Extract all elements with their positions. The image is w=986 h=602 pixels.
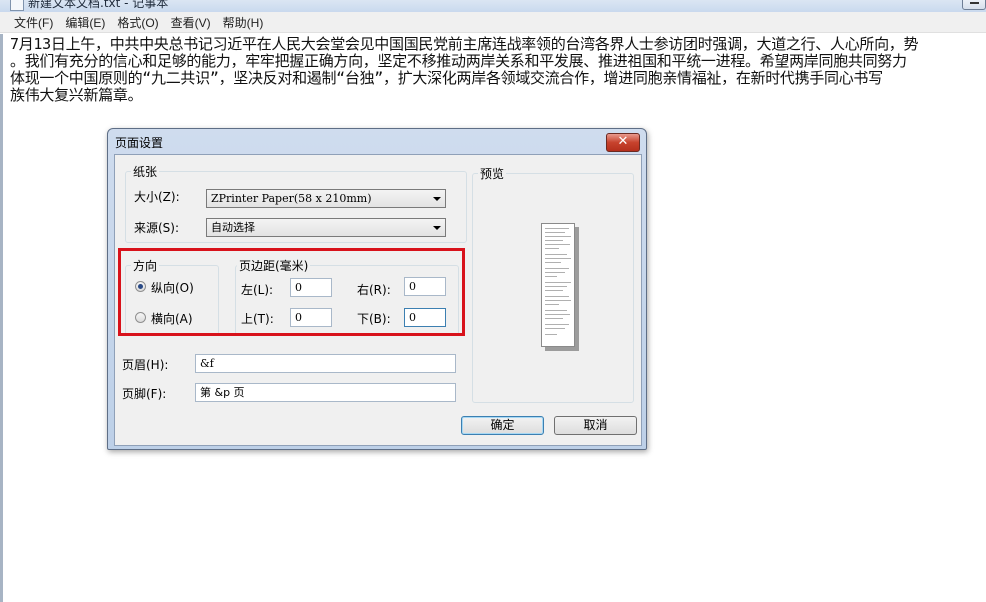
menu-file[interactable]: 文件(F) bbox=[8, 14, 59, 31]
source-label: 来源(S): bbox=[134, 221, 180, 235]
paper-size-select[interactable]: ZPrinter Paper(58 x 210mm) bbox=[206, 189, 446, 208]
chevron-down-icon bbox=[433, 197, 441, 201]
editor-line: 体现一个中国原则的“九二共识”，坚决反对和遏制“台独”，扩大深化两岸各领域交流合… bbox=[10, 69, 883, 87]
menu-bar: 文件(F) 编辑(E) 格式(O) 查看(V) 帮助(H) bbox=[0, 12, 986, 33]
menu-edit[interactable]: 编辑(E) bbox=[59, 14, 111, 31]
editor-line: 。我们有充分的信心和足够的能力，牢牢把握正确方向，坚定不移推动两岸关系和平发展、… bbox=[10, 52, 907, 70]
menu-view[interactable]: 查看(V) bbox=[165, 14, 217, 31]
dialog-title: 页面设置 bbox=[115, 136, 164, 150]
paper-size-value: ZPrinter Paper(58 x 210mm) bbox=[211, 192, 372, 205]
preview-group-title: 预览 bbox=[478, 165, 507, 182]
header-input[interactable]: &f bbox=[195, 354, 456, 373]
minimize-icon bbox=[970, 2, 979, 4]
menu-help[interactable]: 帮助(H) bbox=[217, 14, 270, 31]
chevron-down-icon bbox=[433, 226, 441, 230]
size-label: 大小(Z): bbox=[134, 190, 180, 204]
page-preview bbox=[541, 223, 575, 347]
window-title-bar: 新建文本文档.txt - 记事本 bbox=[0, 0, 986, 12]
notepad-icon bbox=[10, 0, 24, 11]
highlight-box bbox=[118, 248, 465, 336]
ok-button[interactable]: 确定 bbox=[461, 416, 544, 435]
header-label: 页眉(H): bbox=[122, 358, 169, 372]
close-button[interactable]: ✕ bbox=[606, 133, 640, 152]
editor-line: 7月13日上午，中共中央总书记习近平在人民大会堂会见中国国民党前主席连战率领的台… bbox=[10, 35, 919, 53]
footer-input[interactable]: 第 &p 页 bbox=[195, 383, 456, 402]
paper-source-select[interactable]: 自动选择 bbox=[206, 218, 446, 237]
editor-line: 族伟大复兴新篇章。 bbox=[10, 86, 143, 104]
window-title: 新建文本文档.txt - 记事本 bbox=[28, 0, 169, 10]
cancel-button[interactable]: 取消 bbox=[554, 416, 637, 435]
minimize-button[interactable] bbox=[962, 0, 986, 10]
paper-source-value: 自动选择 bbox=[211, 221, 255, 234]
paper-group-title: 纸张 bbox=[131, 163, 160, 180]
menu-format[interactable]: 格式(O) bbox=[111, 14, 164, 31]
footer-label: 页脚(F): bbox=[122, 387, 167, 401]
